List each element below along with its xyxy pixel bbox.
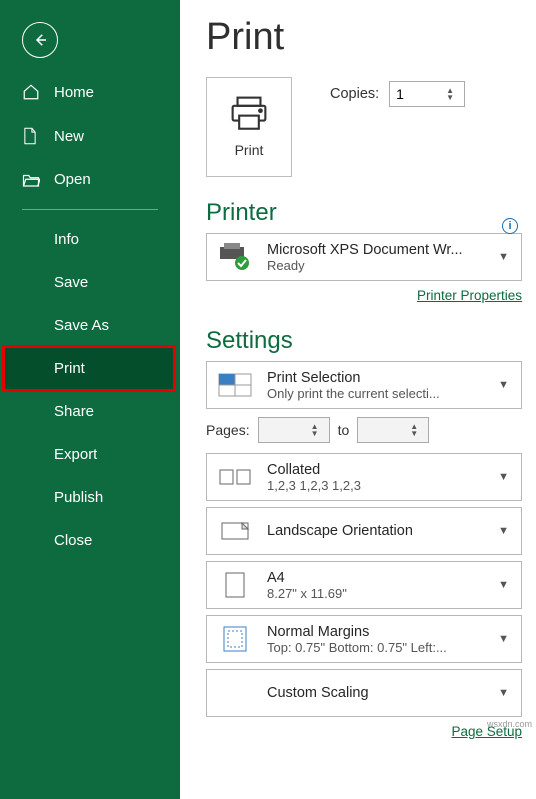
chevron-down-icon: ▼ — [494, 471, 513, 483]
chevron-down-icon: ▼ — [494, 251, 513, 263]
open-icon — [22, 172, 44, 188]
printer-status-icon — [215, 240, 255, 274]
sidebar-item-publish[interactable]: Publish — [0, 476, 180, 519]
printer-dropdown[interactable]: Microsoft XPS Document Wr... Ready ▼ — [206, 233, 522, 281]
sidebar-item-close[interactable]: Close — [0, 519, 180, 562]
print-button-label: Print — [235, 142, 264, 158]
backstage-sidebar: Home New Open Info Save Save As Print Sh… — [0, 0, 180, 799]
pages-from-spinner[interactable]: ▲▼ — [258, 417, 330, 443]
print-button[interactable]: Print — [206, 77, 292, 177]
sidebar-label: Open — [54, 171, 91, 188]
spinner-down-icon[interactable]: ▼ — [410, 430, 424, 437]
sidebar-item-open[interactable]: Open — [0, 158, 180, 201]
printer-heading: Printer — [206, 199, 522, 227]
copies-spinner[interactable]: ▲▼ — [389, 81, 465, 107]
pages-to-spinner[interactable]: ▲▼ — [357, 417, 429, 443]
printer-status: Ready — [267, 258, 482, 273]
print-selection-icon — [215, 368, 255, 402]
landscape-icon — [215, 514, 255, 548]
printer-icon — [229, 96, 269, 132]
collate-dropdown[interactable]: Collated 1,2,3 1,2,3 1,2,3 ▼ — [206, 453, 522, 501]
page-icon — [215, 568, 255, 602]
settings-heading: Settings — [206, 327, 522, 355]
watermark: wsxdn.com — [487, 719, 532, 729]
paper-size-dropdown[interactable]: A4 8.27" x 11.69" ▼ — [206, 561, 522, 609]
scaling-dropdown[interactable]: Custom Scaling ▼ — [206, 669, 522, 717]
sidebar-item-save[interactable]: Save — [0, 261, 180, 304]
new-icon — [22, 127, 44, 145]
margins-dropdown[interactable]: Normal Margins Top: 0.75" Bottom: 0.75" … — [206, 615, 522, 663]
chevron-down-icon: ▼ — [494, 525, 513, 537]
scaling-icon — [215, 676, 255, 710]
print-what-dropdown[interactable]: Print Selection Only print the current s… — [206, 361, 522, 409]
printer-info-icon[interactable]: i — [502, 218, 518, 234]
printer-name: Microsoft XPS Document Wr... — [267, 242, 482, 258]
margins-icon — [215, 622, 255, 656]
chevron-down-icon: ▼ — [494, 379, 513, 391]
sidebar-item-save-as[interactable]: Save As — [0, 304, 180, 347]
pages-from-input[interactable] — [259, 419, 309, 441]
orientation-dropdown[interactable]: Landscape Orientation ▼ — [206, 507, 522, 555]
pages-to-label: to — [338, 422, 350, 438]
sidebar-item-print[interactable]: Print — [4, 347, 174, 390]
sidebar-label: Home — [54, 84, 94, 101]
pages-label: Pages: — [206, 422, 250, 438]
sidebar-divider — [22, 209, 158, 210]
page-title: Print — [206, 16, 522, 59]
sidebar-item-home[interactable]: Home — [0, 70, 180, 114]
sidebar-item-export[interactable]: Export — [0, 433, 180, 476]
home-icon — [22, 83, 44, 101]
spinner-down-icon[interactable]: ▼ — [446, 94, 460, 101]
pages-to-input[interactable] — [358, 419, 408, 441]
print-panel: Print Print Copies: ▲▼ i Printer Microso… — [180, 0, 536, 799]
copies-input[interactable] — [390, 83, 440, 105]
sidebar-label: New — [54, 128, 84, 145]
collated-icon — [215, 460, 255, 494]
chevron-down-icon: ▼ — [494, 579, 513, 591]
copies-label: Copies: — [330, 86, 379, 102]
sidebar-item-share[interactable]: Share — [0, 390, 180, 433]
arrow-left-icon — [31, 31, 49, 49]
sidebar-item-new[interactable]: New — [0, 114, 180, 158]
spinner-down-icon[interactable]: ▼ — [311, 430, 325, 437]
chevron-down-icon: ▼ — [494, 633, 513, 645]
sidebar-item-info[interactable]: Info — [0, 218, 180, 261]
back-button[interactable] — [22, 22, 58, 58]
chevron-down-icon: ▼ — [494, 687, 513, 699]
printer-properties-link[interactable]: Printer Properties — [417, 288, 522, 303]
